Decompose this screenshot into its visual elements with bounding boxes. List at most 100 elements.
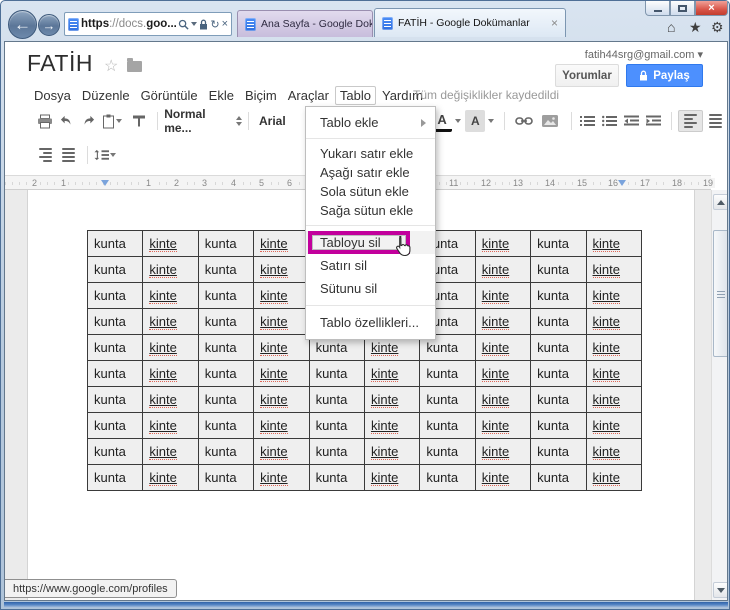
highlight-color-icon[interactable]: A — [465, 110, 486, 132]
table-cell[interactable]: kunta — [530, 464, 587, 491]
table-cell[interactable]: kunta — [419, 360, 476, 387]
tab-ana-sayfa[interactable]: Ana Sayfa - Google Dokümanlar — [237, 10, 373, 37]
table-cell[interactable]: kunta — [197, 412, 255, 439]
table-cell[interactable]: kunta — [197, 386, 255, 413]
account-email[interactable]: fatih44srg@gmail.com ▾ — [585, 48, 703, 61]
table-cell[interactable]: kinte — [363, 386, 421, 413]
table-cell[interactable]: kunta — [530, 334, 587, 361]
menu-item-sola-sütun-ekle[interactable]: Sola sütun ekle — [306, 182, 435, 201]
table-cell[interactable]: kinte — [142, 386, 199, 413]
table-cell[interactable]: kunta — [530, 282, 587, 309]
table-cell[interactable]: kinte — [474, 334, 532, 361]
table-cell[interactable]: kinte — [142, 230, 199, 257]
menu-item-aşağı-satır-ekle[interactable]: Aşağı satır ekle — [306, 163, 435, 182]
table-cell[interactable]: kinte — [474, 464, 532, 491]
table-cell[interactable]: kunta — [86, 464, 144, 491]
bullet-list-icon[interactable] — [600, 110, 620, 132]
table-cell[interactable]: kunta — [308, 412, 365, 439]
scroll-down-button[interactable] — [713, 582, 727, 598]
table-cell[interactable]: kunta — [419, 464, 476, 491]
line-spacing-icon[interactable] — [94, 144, 120, 166]
table-cell[interactable]: kinte — [253, 386, 310, 413]
table-cell[interactable]: kunta — [197, 360, 255, 387]
table-cell[interactable]: kinte — [253, 464, 310, 491]
menubar-item-görüntüle[interactable]: Görüntüle — [136, 86, 203, 105]
table-cell[interactable]: kunta — [530, 256, 587, 283]
paste-icon[interactable] — [101, 110, 128, 132]
search-icon[interactable] — [178, 19, 189, 30]
table-cell[interactable]: kinte — [253, 230, 310, 257]
paste-dropdown-icon[interactable] — [116, 119, 123, 123]
table-cell[interactable]: kunta — [530, 360, 587, 387]
table-cell[interactable]: kinte — [474, 308, 532, 335]
window-close-button[interactable]: × — [695, 1, 728, 16]
tab-fatih[interactable]: FATİH - Google Dokümanlar × — [374, 8, 566, 37]
table-cell[interactable]: kunta — [308, 360, 365, 387]
table-cell[interactable]: kinte — [585, 412, 643, 439]
table-cell[interactable]: kunta — [197, 256, 255, 283]
table-cell[interactable]: kinte — [253, 282, 310, 309]
share-button[interactable]: Paylaş — [626, 64, 703, 87]
print-icon[interactable] — [35, 110, 55, 132]
tools-gear-icon[interactable]: ⚙ — [711, 20, 724, 34]
table-cell[interactable]: kunta — [530, 308, 587, 335]
menu-item-tabloyu-sil[interactable]: Tabloyu sil — [306, 231, 435, 257]
table-cell[interactable]: kinte — [253, 334, 310, 361]
table-cell[interactable]: kinte — [474, 230, 532, 257]
table-cell[interactable]: kinte — [474, 282, 532, 309]
table-cell[interactable]: kinte — [363, 464, 421, 491]
table-cell[interactable]: kunta — [86, 230, 144, 257]
table-cell[interactable]: kinte — [585, 438, 643, 465]
menu-item-sağa-sütun-ekle[interactable]: Sağa sütun ekle — [306, 201, 435, 220]
menubar-item-dosya[interactable]: Dosya — [29, 86, 76, 105]
table-cell[interactable]: kinte — [253, 438, 310, 465]
table-cell[interactable]: kinte — [253, 308, 310, 335]
ruler-margin-marker-icon[interactable] — [618, 180, 626, 186]
address-url[interactable]: https://docs.goo... — [81, 18, 176, 30]
table-cell[interactable]: kunta — [308, 464, 365, 491]
window-minimize-button[interactable] — [645, 1, 670, 16]
vertical-scrollbar[interactable] — [711, 190, 727, 600]
back-button[interactable]: ← — [8, 10, 37, 39]
table-cell[interactable]: kinte — [142, 334, 199, 361]
folder-icon[interactable] — [127, 58, 142, 72]
decrease-indent-icon[interactable] — [622, 110, 642, 132]
insert-link-icon[interactable] — [511, 110, 536, 132]
menu-item-yukarı-satır-ekle[interactable]: Yukarı satır ekle — [306, 144, 435, 163]
home-icon[interactable]: ⌂ — [667, 20, 675, 34]
table-cell[interactable]: kunta — [530, 412, 587, 439]
redo-icon[interactable] — [79, 110, 99, 132]
table-cell[interactable]: kinte — [363, 438, 421, 465]
window-maximize-button[interactable] — [670, 1, 695, 16]
table-cell[interactable]: kunta — [530, 230, 587, 257]
table-cell[interactable]: kinte — [142, 360, 199, 387]
table-cell[interactable]: kunta — [419, 412, 476, 439]
table-cell[interactable]: kinte — [585, 386, 643, 413]
menubar-item-düzenle[interactable]: Düzenle — [77, 86, 135, 105]
undo-icon[interactable] — [57, 110, 77, 132]
table-cell[interactable]: kunta — [530, 386, 587, 413]
menu-item-tablo-ekle[interactable]: Tablo ekle — [306, 112, 435, 133]
document-title[interactable]: FATİH — [27, 50, 93, 77]
table-cell[interactable]: kunta — [530, 438, 587, 465]
paint-format-icon[interactable] — [129, 110, 149, 132]
table-cell[interactable]: kunta — [197, 464, 255, 491]
scroll-up-button[interactable] — [713, 194, 727, 210]
table-cell[interactable]: kunta — [197, 438, 255, 465]
font-family-selector[interactable]: Arial — [259, 114, 286, 128]
table-cell[interactable]: kinte — [585, 464, 643, 491]
table-cell[interactable]: kunta — [197, 334, 255, 361]
table-cell[interactable]: kinte — [253, 412, 310, 439]
table-cell[interactable]: kinte — [474, 438, 532, 465]
table-cell[interactable]: kinte — [142, 256, 199, 283]
highlight-dropdown-icon[interactable] — [488, 119, 495, 123]
table-cell[interactable]: kinte — [585, 282, 643, 309]
table-cell[interactable]: kunta — [86, 334, 144, 361]
forward-button[interactable]: → — [38, 14, 60, 36]
favorites-star-icon[interactable]: ★ — [689, 20, 702, 34]
menubar-item-tablo[interactable]: Tablo — [334, 86, 376, 105]
table-cell[interactable]: kunta — [419, 386, 476, 413]
menubar-item-biçim[interactable]: Biçim — [240, 86, 282, 105]
table-cell[interactable]: kinte — [253, 360, 310, 387]
tab-close-icon[interactable]: × — [551, 17, 558, 29]
